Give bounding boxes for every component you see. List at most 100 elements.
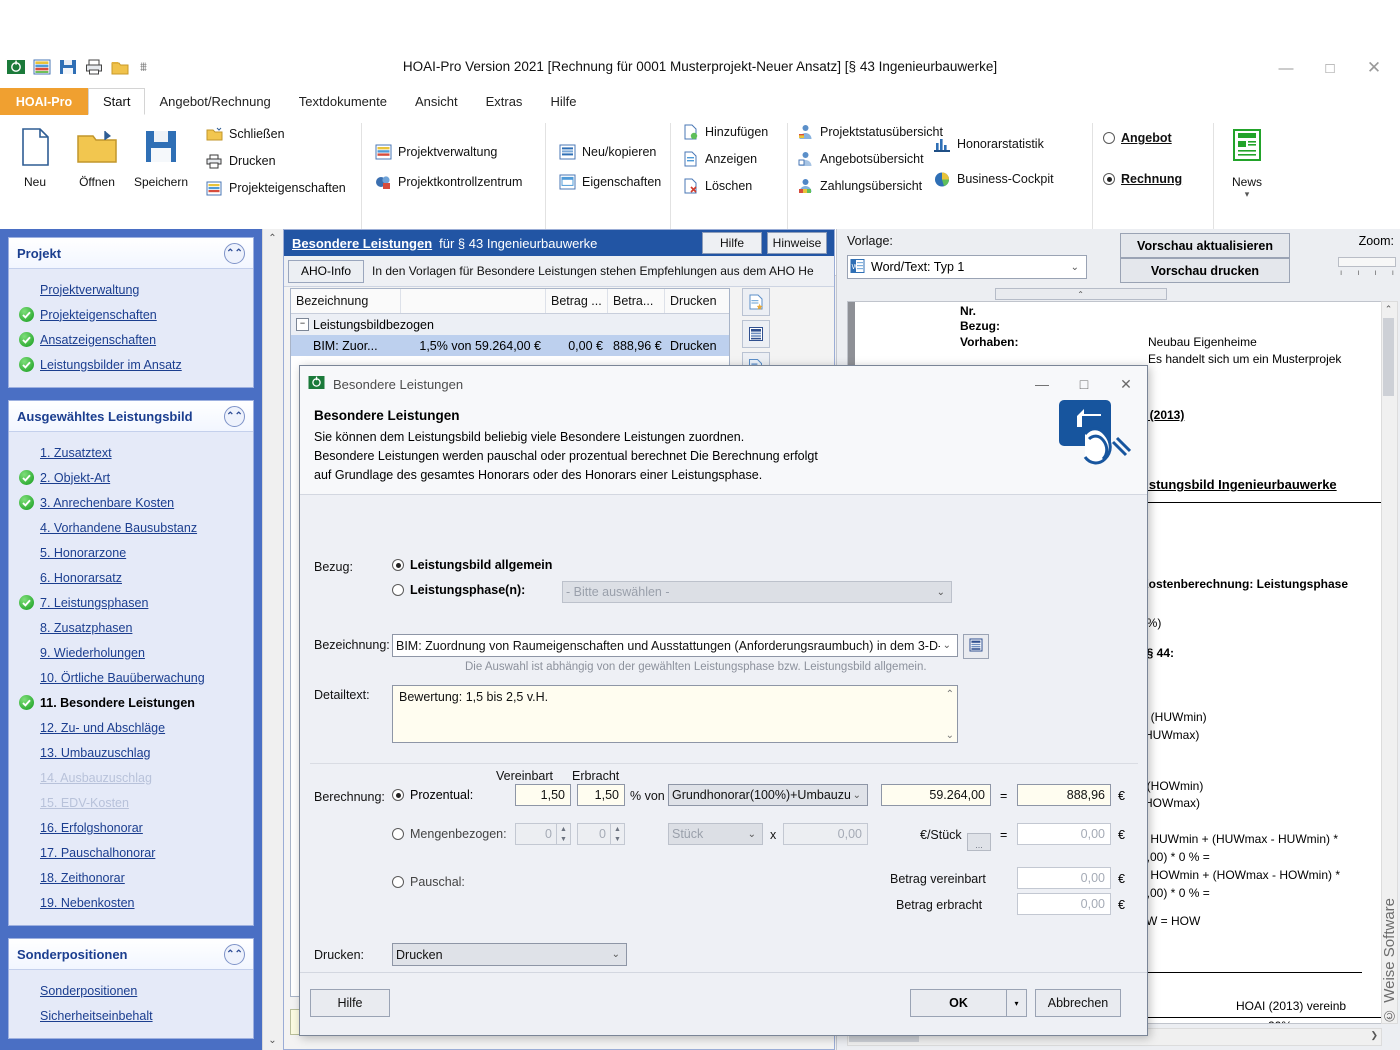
ribbon-button-zahlungsuebersicht[interactable]: Zahlungsübersicht: [796, 177, 922, 195]
sidebar-item-4[interactable]: 4. Vorhandene Bausubstanz: [15, 515, 247, 540]
radio-mengenbezogen[interactable]: Mengenbezogen:: [392, 827, 507, 841]
grid-col-bezeichnung[interactable]: Bezeichnung: [291, 289, 401, 313]
prozentual-vereinbart-input[interactable]: 1,50: [515, 784, 571, 806]
template-select[interactable]: W Word/Text: Typ 1 ⌄: [847, 255, 1087, 279]
zoom-slider-track[interactable]: [1338, 257, 1396, 267]
grid-col-blank[interactable]: [401, 289, 546, 313]
sidebar-item-12[interactable]: 12. Zu- und Abschläge: [15, 715, 247, 740]
chevron-down-icon[interactable]: ⌄: [934, 587, 948, 598]
sidebar-item-17[interactable]: 17. Pauschalhonorar: [15, 840, 247, 865]
radio-pauschal[interactable]: Pauschal:: [392, 875, 465, 889]
dialog-minimize-button[interactable]: —: [1021, 367, 1063, 401]
grid-col-betrag2[interactable]: Betra...: [608, 289, 665, 313]
prozentual-erbracht-input[interactable]: 1,50: [577, 784, 625, 806]
chevron-down-icon[interactable]: ⌄: [850, 790, 864, 801]
tab-extras[interactable]: Extras: [472, 88, 537, 115]
panel-help-button[interactable]: Hilfe: [702, 232, 762, 254]
scroll-up-icon[interactable]: ⌃: [1382, 302, 1395, 316]
sidebar-item-10[interactable]: 10. Örtliche Bauüberwachung: [15, 665, 247, 690]
sidebar-item-leistungsbilder-im-ansatz[interactable]: Leistungsbilder im Ansatz: [15, 352, 247, 377]
sidebar-item-3[interactable]: 3. Anrechenbare Kosten: [15, 490, 247, 515]
scroll-up-icon[interactable]: ⌃: [263, 229, 282, 248]
tab-start[interactable]: Start: [88, 88, 145, 115]
ribbon-button-angebotsuebersicht[interactable]: Angebotsübersicht: [796, 150, 924, 168]
panel-notes-button[interactable]: Hinweise: [767, 232, 827, 254]
ribbon-button-business-cockpit[interactable]: Business-Cockpit: [933, 170, 1054, 188]
betrag-erbracht-input[interactable]: 0,00: [1017, 893, 1111, 915]
dialog-maximize-button[interactable]: □: [1063, 367, 1105, 401]
ribbon-button-speichern[interactable]: Speichern: [130, 121, 192, 189]
aho-info-button[interactable]: AHO-Info: [288, 260, 364, 283]
ribbon-button-schliessen[interactable]: Schließen: [205, 125, 285, 143]
ribbon-button-neu[interactable]: Neu: [4, 121, 66, 189]
sidebar-item-2[interactable]: 2. Objekt-Art: [15, 465, 247, 490]
ellipsis-button[interactable]: ...: [967, 833, 991, 851]
content-vertical-scrollbar[interactable]: ⌃ ⌄: [262, 229, 283, 1050]
sidebar-item-7[interactable]: 7. Leistungsphasen: [15, 590, 247, 615]
minimize-button[interactable]: —: [1264, 53, 1308, 83]
chevron-up-icon[interactable]: ⌃: [995, 288, 1167, 300]
scroll-down-icon[interactable]: ⌄: [263, 1031, 282, 1050]
ribbon-button-honorarstatistik[interactable]: Honorarstatistik: [933, 135, 1044, 153]
radio-prozentual[interactable]: Prozentual:: [392, 788, 473, 802]
drucken-select[interactable]: Drucken ⌄: [392, 943, 627, 966]
ribbon-button-anzeigen[interactable]: Anzeigen: [681, 150, 757, 168]
bezeichnung-select[interactable]: BIM: Zuordnung von Raumeigenschaften und…: [392, 634, 958, 657]
sidebar-item-1[interactable]: 1. Zusatztext: [15, 440, 247, 465]
ribbon-button-drucken[interactable]: Drucken: [205, 152, 276, 170]
prozentual-result-input[interactable]: 888,96: [1017, 784, 1111, 806]
ribbon-button-projekteigenschaften[interactable]: Projekteigenschaften: [205, 179, 346, 197]
ribbon-button-news[interactable]: News ▾: [1216, 121, 1278, 200]
app-menu-button[interactable]: HOAI-Pro: [0, 88, 88, 115]
print-preview-button[interactable]: Vorschau drucken: [1120, 258, 1290, 283]
radio-leistungsphasen[interactable]: Leistungsphase(n):: [392, 583, 525, 597]
ok-button[interactable]: OK: [910, 989, 1007, 1017]
radio-rechnung[interactable]: Rechnung: [1103, 172, 1182, 186]
radio-angebot[interactable]: Angebot: [1103, 131, 1172, 145]
tab-ansicht[interactable]: Ansicht: [401, 88, 472, 115]
sidebar-item-6[interactable]: 6. Honorarsatz: [15, 565, 247, 590]
chevron-down-icon[interactable]: ⌄: [609, 949, 623, 960]
preview-splitter[interactable]: ⌃: [837, 287, 1400, 299]
scroll-track[interactable]: [263, 248, 282, 1031]
sidebar-panel-sonderpositionen-header[interactable]: Sonderpositionen ⌃⌃: [9, 939, 253, 970]
sidebar-item-sicherheitseinbehalt[interactable]: Sicherheitseinbehalt: [15, 1003, 247, 1028]
ok-dropdown-button[interactable]: ▾: [1007, 989, 1027, 1017]
table-row[interactable]: BIM: Zuor... 1,5% von 59.264,00 € 0,00 €…: [291, 335, 729, 356]
detailtext-input[interactable]: Bewertung: 1,5 bis 2,5 v.H. ⌃⌄: [392, 685, 958, 743]
help-button[interactable]: Hilfe: [310, 989, 390, 1017]
textarea-scroll-arrows[interactable]: ⌃⌄: [946, 689, 954, 741]
radio-leistungsbild-allgemein[interactable]: Leistungsbild allgemein: [392, 558, 552, 572]
ribbon-button-projektverwaltung[interactable]: Projektverwaltung: [374, 143, 497, 161]
expand-toggle-icon[interactable]: −: [296, 318, 309, 331]
base-amount-input[interactable]: 59.264,00: [881, 784, 991, 806]
tab-textdokumente[interactable]: Textdokumente: [285, 88, 401, 115]
dialog-close-button[interactable]: ✕: [1105, 367, 1147, 401]
stepper-arrows[interactable]: ▲▼: [556, 824, 570, 844]
basis-select[interactable]: Grundhonorar(100%)+Umbauzu ⌄: [668, 784, 868, 806]
scroll-thumb[interactable]: [1383, 318, 1394, 396]
sidebar-item-11[interactable]: 11. Besondere Leistungen: [15, 690, 247, 715]
sidebar-item-18[interactable]: 18. Zeithonorar: [15, 865, 247, 890]
tab-angebot-rechnung[interactable]: Angebot/Rechnung: [145, 88, 284, 115]
ribbon-button-loeschen[interactable]: Löschen: [681, 177, 752, 195]
chevron-up-icon[interactable]: ⌃⌃: [224, 406, 245, 427]
ribbon-button-hinzufuegen[interactable]: Hinzufügen: [681, 123, 768, 141]
chevron-down-icon[interactable]: ⌄: [745, 829, 759, 840]
chevron-up-icon[interactable]: ⌃⌃: [224, 944, 245, 965]
stepper-arrows[interactable]: ▲▼: [610, 824, 624, 844]
grid-col-drucken[interactable]: Drucken: [665, 289, 725, 313]
unit-select[interactable]: Stück ⌄: [668, 823, 763, 845]
ribbon-button-neu-kopieren[interactable]: Neu/kopieren: [558, 143, 656, 161]
tab-hilfe[interactable]: Hilfe: [536, 88, 590, 115]
sidebar-item-9[interactable]: 9. Wiederholungen: [15, 640, 247, 665]
chevron-down-icon[interactable]: ⌄: [1071, 262, 1084, 273]
mengenbezogen-vereinbart-stepper[interactable]: 0 ▲▼: [515, 823, 571, 845]
sidebar-item-5[interactable]: 5. Honorarzone: [15, 540, 247, 565]
sidebar-panel-leistungsbild-header[interactable]: Ausgewähltes Leistungsbild ⌃⌃: [9, 401, 253, 432]
mengenbezogen-erbracht-stepper[interactable]: 0 ▲▼: [577, 823, 625, 845]
scroll-right-icon[interactable]: ❯: [1370, 1030, 1378, 1041]
mengenbezogen-result-input[interactable]: 0,00: [1017, 823, 1111, 845]
refresh-preview-button[interactable]: Vorschau aktualisieren: [1120, 233, 1290, 258]
sidebar-item-13[interactable]: 13. Umbauzuschlag: [15, 740, 247, 765]
